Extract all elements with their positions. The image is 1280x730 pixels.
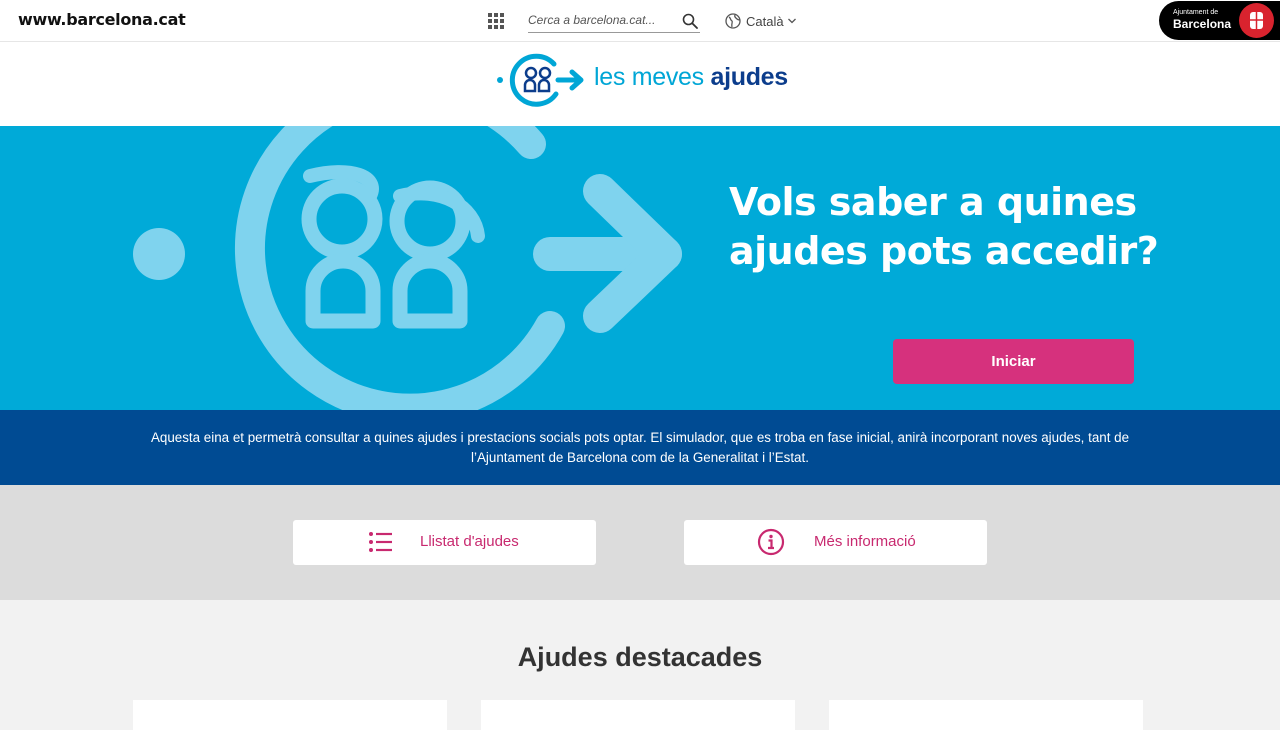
featured-title: Ajudes destacades	[517, 642, 763, 672]
search-icon[interactable]	[682, 13, 698, 29]
hero-banner: Vols saber a quines ajudes pots accedir?…	[0, 126, 1280, 411]
apps-grid-icon[interactable]	[488, 13, 504, 29]
hero-illustration	[133, 126, 682, 411]
brand-name[interactable]: les meves ajudes	[594, 63, 788, 92]
more-info-label: Més informació	[814, 533, 916, 550]
logo-caption: Ajuntament de	[1173, 9, 1219, 16]
ajuntament-barcelona-logo[interactable]: Ajuntament de Barcelona	[1159, 1, 1280, 40]
hero-title: Vols saber a quines ajudes pots accedir?	[729, 180, 1159, 273]
info-icon	[757, 528, 785, 556]
site-home-link[interactable]: www.barcelona.cat	[18, 10, 186, 29]
info-band: Aquesta eina et permetrà consultar a qui…	[0, 410, 1280, 485]
more-info-button[interactable]: Més informació	[684, 520, 987, 565]
globe-icon	[725, 13, 741, 29]
search-box	[528, 8, 700, 33]
city-shield-icon	[1239, 3, 1274, 38]
aid-list-button[interactable]: Llistat d'ajudes	[293, 520, 596, 565]
logo-title: Barcelona	[1173, 17, 1232, 31]
les-meves-ajudes-logo-icon[interactable]	[496, 48, 588, 110]
featured-section: Ajudes destacades	[0, 600, 1280, 730]
featured-card[interactable]	[481, 700, 795, 730]
quick-links-section: Llistat d'ajudes Més informació	[0, 485, 1280, 600]
search-input[interactable]	[528, 8, 678, 32]
brand-name-light: les meves	[594, 63, 711, 91]
top-bar: www.barcelona.cat Català Ajuntament de B…	[0, 0, 1280, 42]
chevron-down-icon	[787, 18, 796, 24]
start-button[interactable]: Iniciar	[893, 339, 1134, 384]
brand-name-bold: ajudes	[710, 63, 788, 91]
language-label: Català	[746, 13, 784, 29]
featured-card[interactable]	[133, 700, 447, 730]
info-description: Aquesta eina et permetrà consultar a qui…	[150, 430, 1130, 465]
brand-header: les meves ajudes	[0, 42, 1280, 126]
featured-card[interactable]	[829, 700, 1143, 730]
list-icon	[369, 532, 392, 552]
language-selector[interactable]: Català	[725, 12, 797, 30]
aid-list-label: Llistat d'ajudes	[420, 533, 519, 550]
